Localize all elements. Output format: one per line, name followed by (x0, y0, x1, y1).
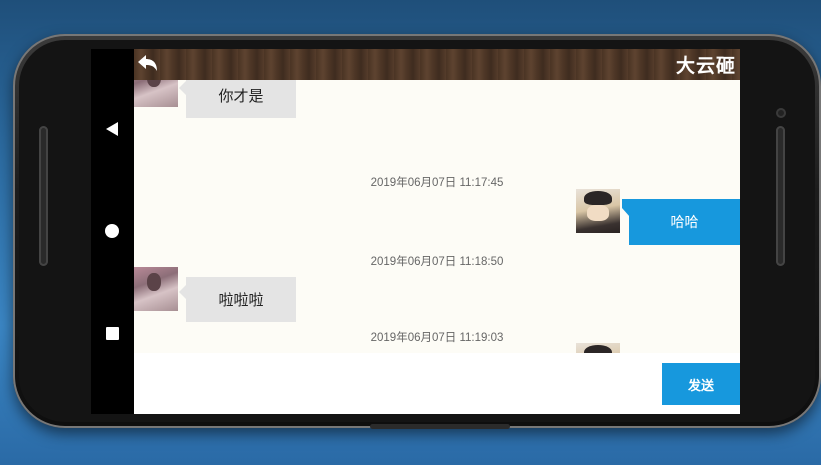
message-input[interactable] (134, 361, 656, 405)
phone-bottom-edge (370, 424, 510, 429)
avatar[interactable] (134, 267, 178, 311)
speaker-grille-right (776, 126, 785, 266)
title-bar: 大云砸 (134, 49, 740, 80)
message-timestamp: 2019年06月07日 11:19:03 (370, 332, 504, 344)
chat-app: 大云砸 你才是 2019年06月07日 11:17:45 哈哈 2019年06月… (134, 49, 740, 414)
composer-bar: 发送 (134, 353, 740, 414)
circle-home-icon[interactable] (105, 224, 119, 238)
avatar[interactable] (576, 189, 620, 233)
message-bubble-received: 你才是 (179, 80, 296, 118)
message-bubble-sent: 哈哈 (622, 199, 740, 245)
back-arrow-icon (138, 55, 157, 71)
avatar[interactable] (134, 80, 178, 107)
android-nav-bar (91, 49, 134, 414)
square-recents-icon[interactable] (106, 327, 119, 340)
message-list[interactable]: 你才是 2019年06月07日 11:17:45 哈哈 2019年06月07日 … (134, 80, 740, 353)
back-button[interactable] (135, 52, 161, 76)
front-camera (776, 108, 786, 118)
speaker-grille-left (39, 126, 48, 266)
page-title: 大云砸 (675, 55, 736, 77)
send-button[interactable]: 发送 (662, 363, 740, 405)
avatar[interactable] (576, 343, 620, 353)
triangle-back-icon[interactable] (106, 122, 118, 136)
message-timestamp: 2019年06月07日 11:17:45 (370, 177, 504, 189)
message-bubble-received: 啦啦啦 (179, 277, 296, 322)
phone-screen: 大云砸 你才是 2019年06月07日 11:17:45 哈哈 2019年06月… (91, 49, 740, 414)
message-timestamp: 2019年06月07日 11:18:50 (370, 256, 504, 268)
